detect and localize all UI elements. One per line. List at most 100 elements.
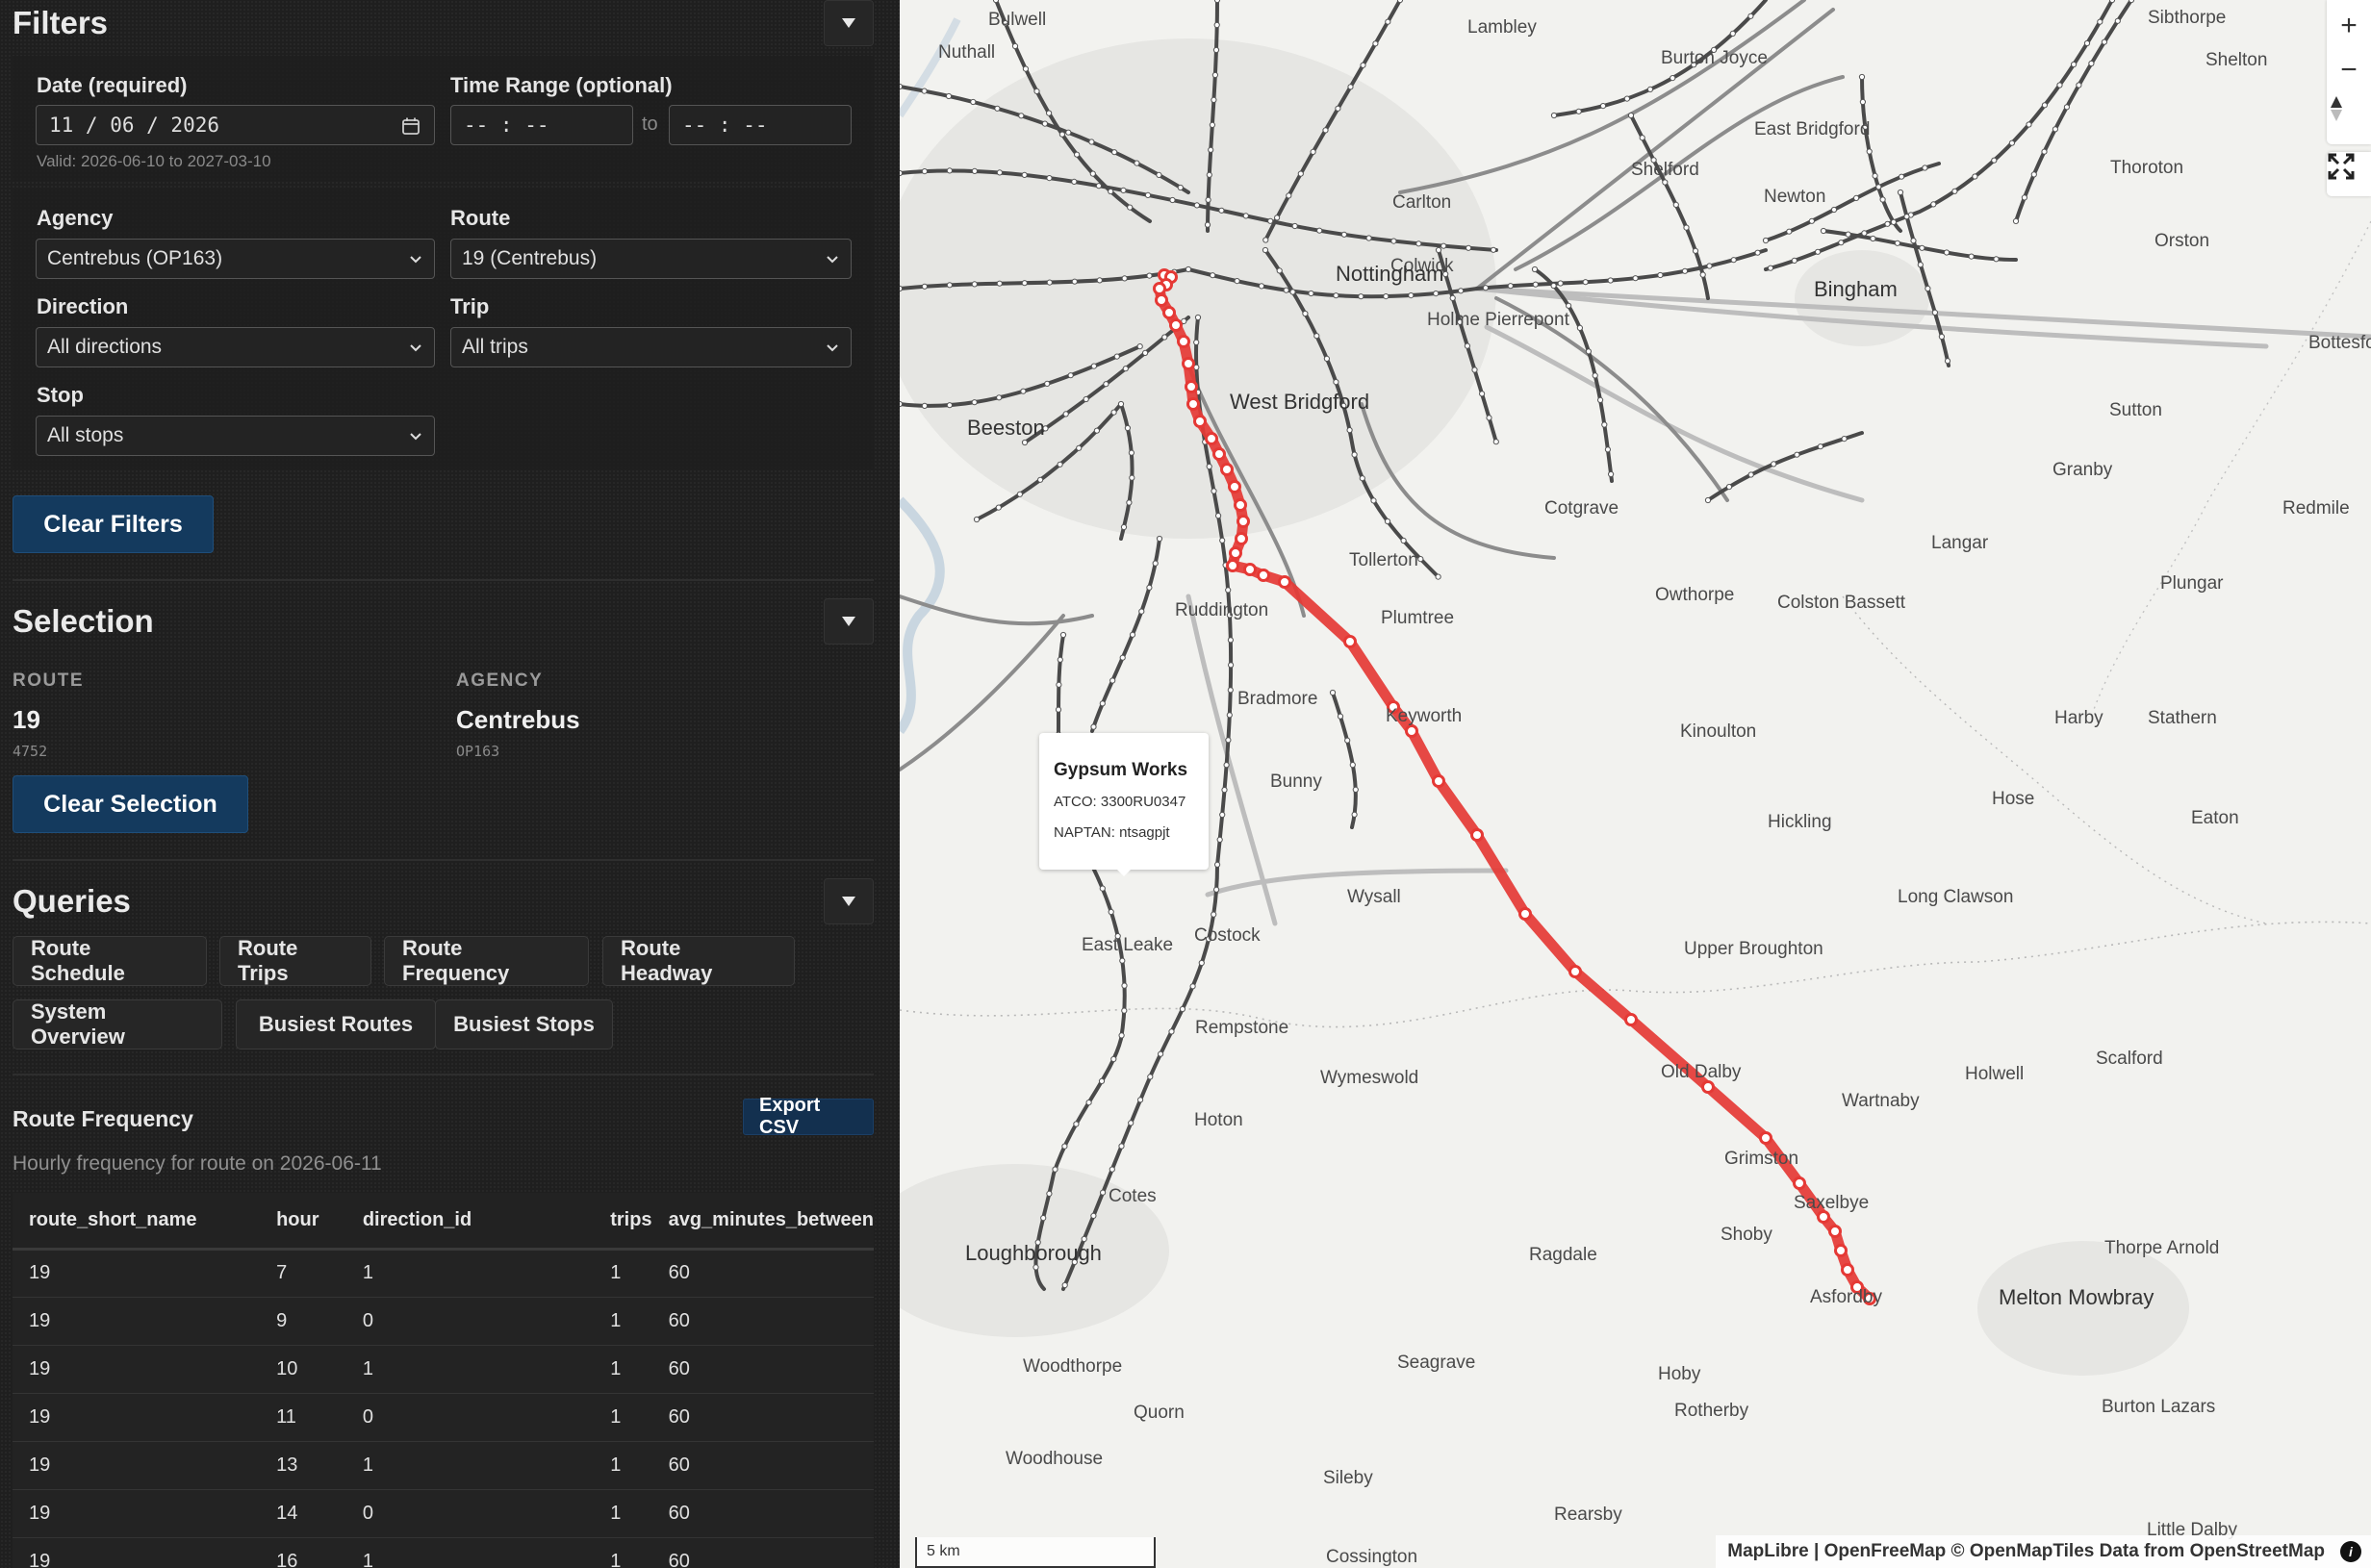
route-stop-marker[interactable] [1185,380,1198,393]
chevron-down-icon [827,344,838,352]
column-header[interactable]: hour [260,1193,346,1251]
network-stop-marker [1344,737,1351,744]
route-stop-marker[interactable] [1235,532,1248,545]
route-stop-marker[interactable] [1470,828,1484,842]
table-row[interactable]: 19 7 1 1 60 [13,1249,874,1298]
column-header[interactable]: trips [594,1193,652,1251]
route-stop-marker[interactable] [1834,1244,1848,1257]
route-stop-marker[interactable] [1155,293,1168,307]
route-stop-marker[interactable] [1568,965,1582,978]
route-stop-marker[interactable] [1828,1225,1842,1238]
selection-collapse-button[interactable] [824,598,874,645]
route-stop-marker[interactable] [1234,498,1247,512]
network-stop-marker [2063,104,2071,111]
table-row[interactable]: 19 14 0 1 60 [13,1489,874,1538]
route-stop-marker[interactable] [1229,546,1242,560]
network-stop-marker [971,281,978,288]
network-stop-marker [1991,157,1998,164]
busiest-routes-button[interactable]: Busiest Routes [236,999,436,1050]
place-label: Wymeswold [1320,1068,1419,1088]
trip-select[interactable]: All trips [450,327,852,367]
network-stop-marker [1096,277,1103,284]
calendar-icon[interactable] [401,116,421,136]
time-from-input[interactable]: -- : -- [450,105,633,145]
column-header[interactable]: route_short_name [13,1193,261,1251]
route-stop-marker[interactable] [1205,432,1218,445]
route-stop-marker[interactable] [1624,1013,1638,1026]
network-stop-marker [1011,42,1019,50]
stop-popup[interactable]: Gypsum Works ATCO: 3300RU0347 NAPTAN: nt… [1039,733,1209,876]
route-stop-marker[interactable] [1169,318,1183,332]
route-stop-marker[interactable] [1278,575,1291,589]
route-select[interactable]: 19 (Centrebus) [450,239,852,279]
table-cell: 1 [594,1393,652,1442]
info-icon[interactable]: i [2340,1541,2361,1562]
route-stop-marker[interactable] [1343,635,1357,648]
table-row[interactable]: 19 10 1 1 60 [13,1345,874,1394]
trip-label: Trip [450,294,490,318]
table-row[interactable]: 19 9 0 1 60 [13,1297,874,1346]
route-schedule-button[interactable]: Route Schedule [13,936,207,986]
network-stop-marker [945,92,953,100]
route-headway-button[interactable]: Route Headway [602,936,795,986]
route-stop-marker[interactable] [1793,1176,1806,1190]
place-label: Hoby [1658,1364,1701,1384]
route-trips-button[interactable]: Route Trips [219,936,371,986]
route-stop-marker[interactable] [1193,415,1207,428]
route-stop-marker[interactable] [1432,774,1445,788]
time-to-value: -- : -- [682,114,768,137]
network-stop-marker [1681,267,1689,274]
route-stop-marker[interactable] [1162,306,1176,319]
table-row[interactable]: 19 16 1 1 60 [13,1537,874,1568]
route-stop-marker[interactable] [1177,335,1190,348]
queries-collapse-button[interactable] [824,878,874,924]
fullscreen-button[interactable] [2327,152,2371,196]
network-stop-marker [1333,379,1339,386]
clear-filters-button[interactable]: Clear Filters [13,495,214,553]
route-stop-marker[interactable] [1153,282,1166,295]
network-stop-marker [2052,126,2059,133]
table-cell: 1 [594,1345,652,1394]
agency-select[interactable]: Centrebus (OP163) [36,239,435,279]
busiest-stops-button[interactable]: Busiest Stops [435,999,613,1050]
route-stop-marker[interactable] [1236,515,1250,528]
export-csv-button[interactable]: Export CSV [743,1095,874,1138]
clear-selection-button[interactable]: Clear Selection [13,775,248,833]
system-overview-button[interactable]: System Overview [13,999,222,1050]
route-stop-marker[interactable] [1841,1263,1854,1277]
date-input[interactable]: 11 / 06 / 2026 [36,105,435,145]
stop-select[interactable]: All stops [36,416,435,456]
route-stop-marker[interactable] [1182,357,1195,370]
route-stop-marker[interactable] [1518,907,1532,921]
table-row[interactable]: 19 11 0 1 60 [13,1393,874,1442]
route-frequency-button[interactable]: Route Frequency [384,936,589,986]
compass-button[interactable] [2327,94,2371,139]
route-stop-marker[interactable] [1257,569,1270,582]
zoom-out-button[interactable]: − [2327,48,2371,92]
time-to-input[interactable]: -- : -- [669,105,852,145]
route-stop-marker[interactable] [1228,480,1241,493]
route-stop-marker[interactable] [1212,447,1226,461]
column-header[interactable]: direction_id [345,1193,595,1251]
network-stop-marker [1870,235,1876,242]
network-stop-marker [1435,573,1441,580]
route-stop-marker[interactable] [1226,559,1239,572]
place-label: Lambley [1467,17,1537,38]
attribution-text[interactable]: MapLibre | OpenFreeMap © OpenMapTiles Da… [1727,1541,2325,1562]
filters-collapse-button[interactable] [824,0,874,46]
table-row[interactable]: 19 13 1 1 60 [13,1441,874,1490]
zoom-in-button[interactable]: + [2327,4,2371,48]
route-stop-marker[interactable] [1759,1131,1772,1145]
route-stop-marker[interactable] [1186,397,1200,411]
column-header[interactable]: avg_minutes_between [651,1193,874,1251]
network-stop-marker [2041,102,2049,109]
map[interactable]: Bulwell Nuthall Lambley Burton Joyce Sibthor… [900,0,2371,1568]
route-stop-marker[interactable] [1701,1080,1715,1094]
direction-select[interactable]: All directions [36,327,435,367]
route-stop-marker[interactable] [1220,463,1234,476]
network-stop-marker [1016,491,1024,497]
map-attribution[interactable]: MapLibre | OpenFreeMap © OpenMapTiles Da… [1716,1535,2371,1568]
route-stop-marker[interactable] [1243,563,1257,576]
route-stop-marker[interactable] [1405,724,1418,738]
table-cell: 1 [345,1249,595,1298]
